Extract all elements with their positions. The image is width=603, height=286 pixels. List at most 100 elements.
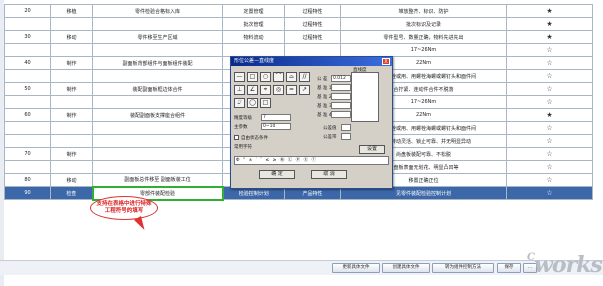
parallelism-symbol[interactable]: // xyxy=(299,72,310,82)
seq-cell[interactable] xyxy=(4,43,51,57)
straightness-symbol[interactable]: — xyxy=(234,72,245,82)
seq-cell[interactable]: 40 xyxy=(4,56,51,70)
common-chars-strip[interactable]: Φ ° ± ′ ″ ≤ ≥ Ⓜ Ⓛ Ⓟ Ⓔ ⓕ xyxy=(234,156,389,165)
seq-cell[interactable]: 50 xyxy=(4,82,51,96)
convert-control-button[interactable]: 转为组件控制方法 xyxy=(432,263,494,273)
qty1-input[interactable] xyxy=(341,124,351,131)
desc-cell[interactable]: 堆放整齐、标识、防护 xyxy=(340,4,507,18)
table-row[interactable]: 30 移动 零件移至生产区域 物料流动 过程特性 零件型号、数量正确，物料先进先出 ★ xyxy=(4,30,593,44)
square-symbol[interactable]: □ xyxy=(260,98,271,108)
seq-cell[interactable]: 80 xyxy=(4,173,51,187)
table-row[interactable]: 批次管理 过程特性 批次标识及记录 ★ xyxy=(4,17,593,31)
seq-cell[interactable]: 70 xyxy=(4,147,51,161)
desc-cell[interactable]: 零件型号、数量正确，物料先进先出 xyxy=(340,30,507,44)
level-cell[interactable]: ☆ xyxy=(506,121,593,135)
dept-cell[interactable]: 检查 xyxy=(50,186,93,200)
item-cell[interactable] xyxy=(92,147,223,161)
concentricity-symbol[interactable]: ◎ xyxy=(273,85,284,95)
type-cell[interactable]: 过程特性 xyxy=(284,17,341,31)
item-cell[interactable]: 副面板背部组件与面板组件装配 xyxy=(92,56,223,70)
level-cell[interactable]: ★ xyxy=(506,108,593,122)
category-cell[interactable]: 物料流动 xyxy=(222,30,285,44)
dept-cell[interactable]: 移植 xyxy=(50,4,93,18)
item-cell[interactable]: 零件检验合格标入库 xyxy=(92,4,223,18)
level-cell[interactable]: ☆ xyxy=(506,160,593,174)
save-button[interactable]: 保存 xyxy=(497,263,521,273)
item-cell[interactable] xyxy=(92,43,223,57)
create-file-button[interactable]: 创建具体文件 xyxy=(382,263,430,273)
free-state-checkbox[interactable] xyxy=(234,135,239,140)
dept-cell[interactable] xyxy=(50,121,93,135)
level-cell[interactable]: ☆ xyxy=(506,147,593,161)
base1-input[interactable] xyxy=(331,84,351,91)
seq-cell[interactable] xyxy=(4,160,51,174)
seq-cell[interactable] xyxy=(4,134,51,148)
type-cell[interactable]: 过程特性 xyxy=(284,30,341,44)
ok-button[interactable]: 确 定 xyxy=(259,170,295,179)
item-cell[interactable] xyxy=(92,134,223,148)
cylindricity-symbol[interactable]: ⌰ xyxy=(234,98,245,108)
desc-cell[interactable]: 17~26Nm xyxy=(340,43,507,57)
level-cell[interactable]: ☆ xyxy=(506,173,593,187)
symmetry-symbol[interactable]: = xyxy=(286,85,297,95)
qty2-input[interactable] xyxy=(341,133,351,140)
dept-cell[interactable] xyxy=(50,95,93,109)
circle-symbol[interactable]: ◯ xyxy=(247,98,258,108)
grade-input[interactable]: 7 xyxy=(261,114,291,121)
flatness-symbol[interactable]: □ xyxy=(247,72,258,82)
line-profile-symbol[interactable]: ⌒ xyxy=(273,72,284,82)
table-row[interactable]: 17~26Nm ☆ xyxy=(4,43,593,57)
angularity-symbol[interactable]: ∠ xyxy=(247,85,258,95)
item-cell[interactable] xyxy=(92,121,223,135)
item-cell[interactable] xyxy=(92,95,223,109)
seq-cell[interactable]: 90 xyxy=(4,186,51,200)
circularity-symbol[interactable]: ○ xyxy=(260,72,271,82)
level-cell[interactable]: ☆ xyxy=(506,56,593,70)
item-cell[interactable]: 零件移至生产区域 xyxy=(92,30,223,44)
level-cell[interactable]: ☆ xyxy=(506,43,593,57)
dept-cell[interactable] xyxy=(50,17,93,31)
size-input[interactable]: 0~10 xyxy=(261,123,291,130)
dept-cell[interactable] xyxy=(50,160,93,174)
dept-cell[interactable]: 制作 xyxy=(50,108,93,122)
base2-input[interactable] xyxy=(331,93,351,100)
level-cell[interactable]: ☆ xyxy=(506,186,593,200)
base3-input[interactable] xyxy=(331,102,351,109)
type-cell[interactable]: 过程特性 xyxy=(284,4,341,18)
level-cell[interactable]: ★ xyxy=(506,17,593,31)
seq-cell[interactable]: 30 xyxy=(4,30,51,44)
base4-input[interactable] xyxy=(331,111,351,118)
dept-cell[interactable]: 移动 xyxy=(50,173,93,187)
seq-cell[interactable]: 20 xyxy=(4,4,51,18)
dept-cell[interactable] xyxy=(50,43,93,57)
category-cell[interactable]: 批次管理 xyxy=(222,17,285,31)
table-row[interactable]: 20 移植 零件检验合格标入库 定置管理 过程特性 堆放整齐、标识、防护 ★ xyxy=(4,4,593,18)
desc-cell[interactable]: 批次标识及记录 xyxy=(340,17,507,31)
level-cell[interactable]: ☆ xyxy=(506,134,593,148)
dept-cell[interactable] xyxy=(50,69,93,83)
dept-cell[interactable] xyxy=(50,134,93,148)
dept-cell[interactable]: 制作 xyxy=(50,147,93,161)
position-symbol[interactable]: ⌖ xyxy=(260,85,271,95)
surface-profile-symbol[interactable]: ⌓ xyxy=(286,72,297,82)
level-cell[interactable]: ☆ xyxy=(506,95,593,109)
seq-cell[interactable] xyxy=(4,17,51,31)
item-cell[interactable]: 装配副面板框边体合件 xyxy=(92,82,223,96)
type-cell[interactable] xyxy=(284,43,341,57)
dept-cell[interactable]: 移动 xyxy=(50,30,93,44)
set-button[interactable]: 设置 xyxy=(359,145,385,154)
perpendicular-symbol[interactable]: ⊥ xyxy=(234,85,245,95)
level-cell[interactable]: ☆ xyxy=(506,82,593,96)
item-cell[interactable] xyxy=(92,69,223,83)
seq-cell[interactable] xyxy=(4,121,51,135)
level-cell[interactable]: ★ xyxy=(506,4,593,18)
level-cell[interactable]: ★ xyxy=(506,30,593,44)
category-cell[interactable] xyxy=(222,43,285,57)
item-cell[interactable] xyxy=(92,17,223,31)
dept-cell[interactable]: 制作 xyxy=(50,82,93,96)
item-cell[interactable]: 副面板总件移至 副面板装工位 xyxy=(92,173,223,187)
cancel-button[interactable]: 取 消 xyxy=(311,170,347,179)
dept-cell[interactable]: 制作 xyxy=(50,56,93,70)
level-cell[interactable]: ☆ xyxy=(506,69,593,83)
item-cell[interactable]: 装配副面板支撑座合组件 xyxy=(92,108,223,122)
